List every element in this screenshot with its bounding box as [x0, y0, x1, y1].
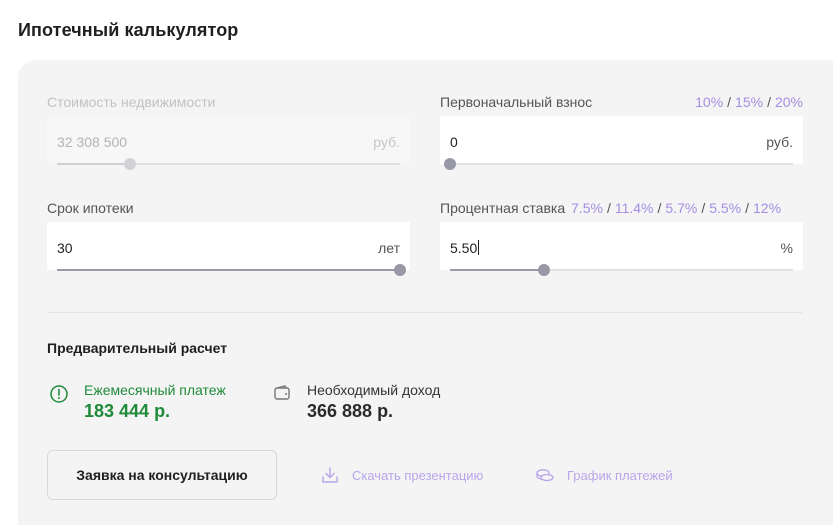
rate-slider[interactable]	[450, 264, 793, 276]
separator: /	[727, 94, 732, 110]
rate-field[interactable]: 5.50 %	[440, 222, 803, 270]
rate-unit: %	[780, 240, 793, 256]
separator: /	[701, 200, 706, 216]
download-presentation-link[interactable]: Скачать презентацию	[320, 465, 483, 485]
consultation-button[interactable]: Заявка на консультацию	[47, 450, 277, 500]
rate-option-5-5[interactable]: 5.5%	[709, 200, 741, 216]
separator: /	[606, 200, 611, 216]
monthly-payment-value: 183 444 р.	[84, 401, 171, 421]
down-payment-slider[interactable]	[444, 158, 793, 170]
term-field[interactable]: 30 лет	[47, 222, 410, 270]
down-payment-value[interactable]: 0	[450, 134, 458, 150]
price-field: 32 308 500 руб.	[47, 116, 410, 164]
rate-label: Процентная ставка	[440, 200, 566, 216]
down-payment-slider-thumb[interactable]	[444, 158, 456, 170]
term-unit: лет	[378, 240, 400, 256]
rate-value-wrap[interactable]: 5.50	[450, 240, 480, 256]
required-income-value: 366 888 р.	[307, 401, 394, 421]
price-slider	[57, 158, 400, 170]
text-caret	[478, 240, 480, 255]
price-slider-thumb	[124, 158, 136, 170]
separator: /	[657, 200, 662, 216]
term-value[interactable]: 30	[57, 240, 73, 256]
required-income-label: Необходимый доход	[307, 382, 441, 398]
term-slider-fill	[57, 269, 400, 271]
down-payment-field[interactable]: 0 руб.	[440, 116, 803, 164]
term-label: Срок ипотеки	[47, 200, 134, 216]
download-icon	[322, 467, 338, 483]
divider	[47, 312, 802, 313]
rate-slider-thumb[interactable]	[538, 264, 550, 276]
download-presentation-label[interactable]: Скачать презентацию	[352, 468, 483, 483]
rate-option-11-4[interactable]: 11.4%	[615, 200, 654, 216]
rate-quick-options: 7.5%/11.4%/5.7%/5.5%/12%	[571, 200, 781, 216]
page-title: Ипотечный калькулятор	[18, 20, 239, 40]
monthly-payment-label: Ежемесячный платеж	[84, 382, 226, 398]
coins-icon	[536, 469, 554, 482]
wallet-icon	[274, 385, 290, 400]
term-slider-thumb[interactable]	[394, 264, 406, 276]
payment-schedule-label[interactable]: График платежей	[567, 468, 673, 483]
payment-schedule-link[interactable]: График платежей	[535, 465, 673, 485]
rate-option-7-5[interactable]: 7.5%	[571, 200, 603, 216]
price-unit: руб.	[373, 134, 400, 150]
info-icon	[50, 385, 68, 403]
term-slider[interactable]	[57, 264, 406, 276]
down-payment-label: Первоначальный взнос	[440, 94, 593, 110]
price-value: 32 308 500	[57, 134, 128, 150]
rate-slider-fill	[450, 269, 544, 271]
down-payment-option-20[interactable]: 20%	[775, 94, 803, 110]
down-payment-option-10[interactable]: 10%	[695, 94, 723, 110]
price-slider-fill	[57, 163, 130, 165]
separator: /	[767, 94, 771, 110]
separator: /	[745, 200, 750, 216]
rate-label-row: Процентная ставка 7.5%/11.4%/5.7%/5.5%/1…	[440, 200, 781, 216]
rate-option-12[interactable]: 12%	[753, 200, 781, 216]
down-payment-option-15[interactable]: 15%	[735, 94, 763, 110]
rate-option-5-7[interactable]: 5.7%	[665, 200, 697, 216]
down-payment-unit: руб.	[766, 134, 793, 150]
price-label: Стоимость недвижимости	[47, 94, 216, 110]
down-payment-quick-options: 10%/15%/20%	[695, 94, 803, 110]
summary-title: Предварительный расчет	[47, 340, 228, 356]
rate-value[interactable]: 5.50	[450, 240, 477, 256]
